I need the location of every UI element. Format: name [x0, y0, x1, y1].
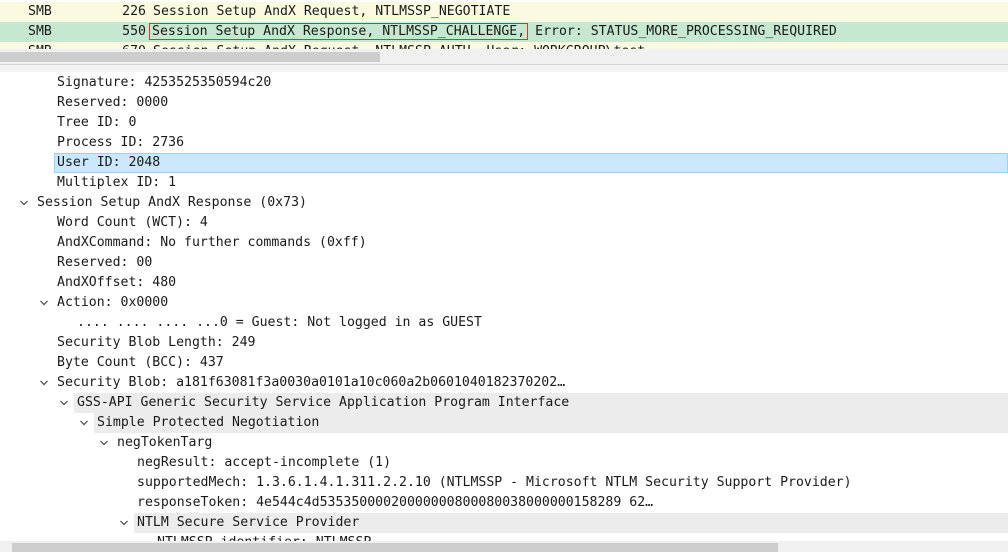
tree-item-label: Tree ID: 0: [57, 115, 137, 130]
chevron-down-icon[interactable]: [40, 379, 48, 387]
tree-item-label: Multiplex ID: 1: [57, 175, 177, 190]
pane-splitter[interactable]: [0, 64, 1008, 72]
tree-item-label: Reserved: 0000: [57, 95, 169, 110]
tree-item-multiplex-id[interactable]: Multiplex ID: 1: [0, 173, 1008, 193]
scrollbar-thumb[interactable]: [12, 543, 778, 552]
tree-item-label: negResult: accept-incomplete (1): [137, 455, 392, 470]
scrollbar-thumb[interactable]: [0, 52, 380, 62]
chevron-down-icon[interactable]: [100, 439, 108, 447]
tree-item-label: Byte Count (BCC): 437: [57, 355, 224, 370]
tree-item-ntlm-ssp[interactable]: NTLM Secure Service Provider: [0, 513, 1008, 533]
packet-row[interactable]: SMB 226 Session Setup AndX Request, NTLM…: [0, 2, 1008, 22]
tree-item-gss-api[interactable]: GSS-API Generic Security Service Applica…: [0, 393, 1008, 413]
tree-item-guest-flag[interactable]: .... .... .... ...0 = Guest: Not logged …: [0, 313, 1008, 333]
tree-item-word-count[interactable]: Word Count (WCT): 4: [0, 213, 1008, 233]
tree-item-label: GSS-API Generic Security Service Applica…: [77, 395, 570, 410]
tree-item-supported-mech[interactable]: supportedMech: 1.3.6.1.4.1.311.2.2.10 (N…: [0, 473, 1008, 493]
chevron-down-icon[interactable]: [80, 419, 88, 427]
selection-highlight: [54, 153, 1008, 173]
tree-item-label: .... .... .... ...0 = Guest: Not logged …: [77, 315, 482, 330]
tree-item-spnego[interactable]: Simple Protected Negotiation: [0, 413, 1008, 433]
tree-item-negtokentarg[interactable]: negTokenTarg: [0, 433, 1008, 453]
chevron-down-icon[interactable]: [120, 519, 128, 527]
chevron-down-icon[interactable]: [20, 199, 28, 207]
tree-item-security-blob[interactable]: Security Blob: a181f63081f3a0030a0101a10…: [0, 373, 1008, 393]
tree-item-label: User ID: 2048: [57, 155, 161, 170]
tree-item-response-token[interactable]: responseToken: 4e544c4d53535000020000000…: [0, 493, 1008, 513]
packet-row-selected[interactable]: SMB 550 Session Setup AndX Response, NTL…: [0, 22, 1008, 42]
tree-item-signature[interactable]: Signature: 4253525350594c20: [0, 73, 1008, 93]
packet-list-pane[interactable]: SMB 226 Session Setup AndX Request, NTLM…: [0, 0, 1008, 64]
tree-item-label: responseToken: 4e544c4d53535000020000000…: [137, 495, 654, 510]
packet-length: 226: [122, 4, 146, 19]
tree-item-label: supportedMech: 1.3.6.1.4.1.311.2.2.10 (N…: [137, 475, 852, 490]
tree-item-label: Security Blob: a181f63081f3a0030a0101a10…: [57, 375, 566, 390]
chevron-down-icon[interactable]: [40, 299, 48, 307]
tree-item-label: Word Count (WCT): 4: [57, 215, 208, 230]
packet-info-main: Session Setup AndX Response, NTLMSSP_CHA…: [148, 23, 529, 40]
packet-info-main: Session Setup AndX Request, NTLMSSP_NEGO…: [153, 4, 511, 19]
tree-item-byte-count[interactable]: Byte Count (BCC): 437: [0, 353, 1008, 373]
packet-info: Session Setup AndX Response, NTLMSSP_CHA…: [148, 22, 837, 42]
packet-list-horizontal-scrollbar[interactable]: [0, 49, 1008, 64]
tree-item-tree-id[interactable]: Tree ID: 0: [0, 113, 1008, 133]
details-horizontal-scrollbar[interactable]: [0, 541, 1008, 552]
packet-protocol: SMB: [28, 4, 52, 19]
packet-protocol: SMB: [28, 24, 52, 39]
tree-item-label: Process ID: 2736: [57, 135, 185, 150]
tree-item-session-setup-response[interactable]: Session Setup AndX Response (0x73): [0, 193, 1008, 213]
tree-item-label: Simple Protected Negotiation: [97, 415, 320, 430]
packet-info-error: Error: STATUS_MORE_PROCESSING_REQUIRED: [535, 24, 837, 39]
tree-item-label: Session Setup AndX Response (0x73): [37, 195, 307, 210]
tree-item-process-id[interactable]: Process ID: 2736: [0, 133, 1008, 153]
packet-details-pane[interactable]: Signature: 4253525350594c20 Reserved: 00…: [0, 72, 1008, 552]
tree-item-label: Security Blob Length: 249: [57, 335, 256, 350]
tree-item-label: Signature: 4253525350594c20: [57, 75, 272, 90]
tree-item-label: Action: 0x0000: [57, 295, 169, 310]
tree-item-negresult[interactable]: negResult: accept-incomplete (1): [0, 453, 1008, 473]
tree-item-reserved[interactable]: Reserved: 0000: [0, 93, 1008, 113]
packet-info: Session Setup AndX Request, NTLMSSP_NEGO…: [153, 2, 510, 22]
tree-item-label: AndXCommand: No further commands (0xff): [57, 235, 367, 250]
tree-item-label: NTLM Secure Service Provider: [137, 515, 360, 530]
tree-item-label: negTokenTarg: [117, 435, 213, 450]
chevron-down-icon[interactable]: [60, 399, 68, 407]
tree-item-user-id-selected[interactable]: User ID: 2048: [0, 153, 1008, 173]
packet-length: 550: [122, 24, 146, 39]
tree-item-andx-offset[interactable]: AndXOffset: 480: [0, 273, 1008, 293]
tree-item-reserved-00[interactable]: Reserved: 00: [0, 253, 1008, 273]
tree-item-label: Reserved: 00: [57, 255, 153, 270]
tree-item-andx-command[interactable]: AndXCommand: No further commands (0xff): [0, 233, 1008, 253]
tree-item-security-blob-length[interactable]: Security Blob Length: 249: [0, 333, 1008, 353]
tree-item-label: AndXOffset: 480: [57, 275, 177, 290]
tree-item-action[interactable]: Action: 0x0000: [0, 293, 1008, 313]
